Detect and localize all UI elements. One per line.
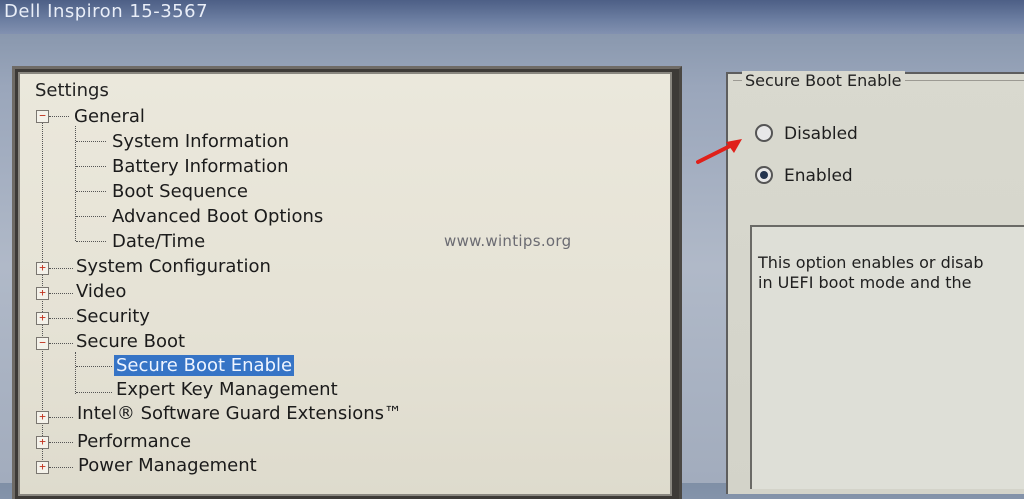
- tree-node-security[interactable]: Security: [76, 306, 150, 327]
- secure-boot-branch-line: [75, 352, 76, 394]
- general-branch-line: [75, 126, 76, 241]
- tree-connector: [49, 343, 73, 344]
- tree-connector: [49, 116, 69, 117]
- expand-intel-sgx-toggle[interactable]: +: [36, 411, 49, 424]
- window-titlebar: Dell Inspiron 15-3567: [0, 0, 1024, 34]
- radio-disabled[interactable]: [755, 124, 773, 142]
- tree-node-boot-sequence[interactable]: Boot Sequence: [112, 181, 248, 202]
- tree-connector: [76, 216, 106, 217]
- description-box: This option enables or disab in UEFI boo…: [750, 225, 1024, 489]
- radio-enabled[interactable]: [755, 166, 773, 184]
- expand-secure-boot-toggle[interactable]: −: [36, 337, 49, 350]
- watermark-text: www.wintips.org: [444, 232, 572, 250]
- description-line-1: This option enables or disab: [758, 253, 984, 272]
- tree-connector: [49, 417, 73, 418]
- option-group-title: Secure Boot Enable: [742, 71, 905, 90]
- tree-node-secure-boot-enable[interactable]: Secure Boot Enable: [114, 355, 295, 376]
- tree-connector: [76, 191, 106, 192]
- tree-connector: [49, 467, 73, 468]
- tree-connector: [76, 141, 106, 142]
- tree-connector: [76, 166, 106, 167]
- tree-node-video[interactable]: Video: [76, 281, 126, 302]
- tree-node-performance[interactable]: Performance: [77, 431, 191, 452]
- tree-connector: [49, 442, 73, 443]
- expand-system-configuration-toggle[interactable]: +: [36, 262, 49, 275]
- option-group-box: [733, 80, 1024, 211]
- tree-node-battery-information[interactable]: Battery Information: [112, 156, 289, 177]
- radio-enabled-label[interactable]: Enabled: [784, 166, 853, 186]
- tree-node-system-configuration[interactable]: System Configuration: [76, 256, 271, 277]
- description-line-2: in UEFI boot mode and the: [758, 273, 972, 292]
- tree-node-advanced-boot-options[interactable]: Advanced Boot Options: [112, 206, 323, 227]
- tree-node-power-management[interactable]: Power Management: [78, 455, 257, 476]
- tree-node-system-information[interactable]: System Information: [112, 131, 289, 152]
- settings-tree: Settings − General System Information Ba…: [18, 72, 672, 496]
- tree-connector: [49, 318, 73, 319]
- red-arrow-icon: [696, 139, 742, 164]
- window-title: Dell Inspiron 15-3567: [4, 1, 209, 22]
- tree-node-secure-boot[interactable]: Secure Boot: [76, 331, 185, 352]
- radio-disabled-label[interactable]: Disabled: [784, 124, 858, 144]
- tree-connector: [76, 241, 106, 242]
- tree-connector: [49, 293, 73, 294]
- tree-heading: Settings: [35, 80, 109, 101]
- expand-general-toggle[interactable]: −: [36, 110, 49, 123]
- expand-security-toggle[interactable]: +: [36, 312, 49, 325]
- tree-connector: [76, 366, 112, 367]
- tree-connector: [76, 392, 112, 393]
- expand-video-toggle[interactable]: +: [36, 287, 49, 300]
- tree-node-date-time[interactable]: Date/Time: [112, 231, 205, 252]
- expand-power-management-toggle[interactable]: +: [36, 461, 49, 474]
- tree-node-expert-key-management[interactable]: Expert Key Management: [116, 379, 338, 400]
- expand-performance-toggle[interactable]: +: [36, 436, 49, 449]
- tree-node-general[interactable]: General: [74, 106, 145, 127]
- tree-node-intel-sgx[interactable]: Intel® Software Guard Extensions™: [77, 403, 402, 424]
- tree-connector: [49, 268, 73, 269]
